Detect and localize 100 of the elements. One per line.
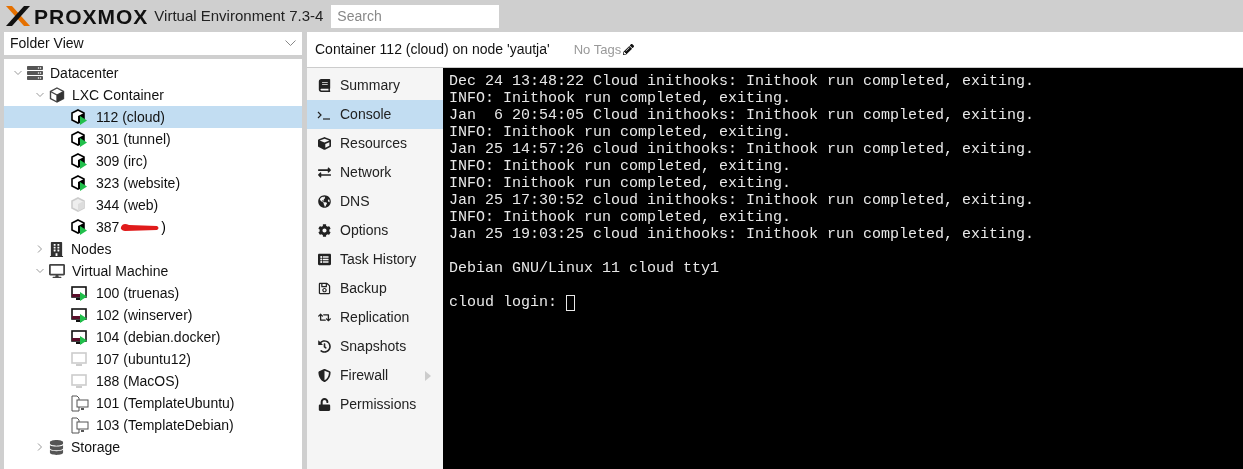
console-line: cloud login: xyxy=(449,294,559,311)
console-line: INFO: Inithook run completed, exiting. xyxy=(449,90,792,107)
tree-item[interactable]: 344 (web) xyxy=(4,194,302,216)
tree-item[interactable]: LXC Container xyxy=(4,84,302,106)
menu-item[interactable]: Resources xyxy=(307,129,443,158)
content-title: Container 112 (cloud) on node 'yautja' xyxy=(315,40,550,59)
book-icon xyxy=(317,79,331,92)
console-terminal[interactable] xyxy=(443,68,1243,469)
menu-item-label: Backup xyxy=(340,279,388,298)
menu-item[interactable]: Snapshots xyxy=(307,332,443,361)
console-line: Jan 25 19:03:25 cloud inithooks: Inithook run completed, exiting. xyxy=(449,226,1035,243)
menu-item-label: Firewall xyxy=(340,366,390,385)
console-line: INFO: Inithook run completed, exiting. xyxy=(449,158,792,175)
menu-item-label: Snapshots xyxy=(340,337,408,356)
console-line: Jan 25 17:30:52 cloud inithooks: Inithook run completed, exiting. xyxy=(449,192,1035,209)
collapse-icon[interactable] xyxy=(36,91,44,99)
tree-item[interactable]: 107 (ubuntu12) xyxy=(4,348,302,370)
menu-item[interactable]: Replication xyxy=(307,303,443,332)
tags-label: No Tags xyxy=(573,40,622,59)
menu-item[interactable]: Network xyxy=(307,158,443,187)
tree-item-label: ) xyxy=(161,217,167,237)
expand-icon[interactable] xyxy=(36,443,44,451)
tree-item-label: 101 (TemplateUbuntu) xyxy=(96,393,235,413)
menu-item-label: Summary xyxy=(340,76,401,95)
tree-item-label: 344 (web) xyxy=(96,195,159,215)
tree-item-label: 309 (irc) xyxy=(96,151,148,171)
search-field[interactable]: Search xyxy=(331,4,500,28)
view-selector[interactable]: Folder View xyxy=(4,32,302,55)
cube-icon xyxy=(317,137,331,150)
database-icon xyxy=(49,439,64,455)
tree-item[interactable]: Storage xyxy=(4,436,302,458)
console-line: Debian GNU/Linux 11 cloud tty1 xyxy=(449,260,720,277)
menu-item[interactable]: Summary xyxy=(307,71,443,100)
menu-item-label: Resources xyxy=(340,134,408,153)
tree-item-label: Datacenter xyxy=(50,63,119,83)
tree-item[interactable]: 323 (website) xyxy=(4,172,302,194)
tree-item[interactable]: 100 (truenas) xyxy=(4,282,302,304)
edit-icon[interactable] xyxy=(623,44,635,55)
cube-icon xyxy=(49,87,65,103)
menu-item[interactable]: Backup xyxy=(307,274,443,303)
menu-item[interactable]: Firewall xyxy=(307,361,443,390)
menu-item-label: Replication xyxy=(340,308,411,327)
tree-item[interactable]: 112 (cloud) xyxy=(4,106,302,128)
tree-item[interactable]: Datacenter xyxy=(4,62,302,84)
tree-item[interactable]: 188 (MacOS) xyxy=(4,370,302,392)
template-icon xyxy=(71,394,89,412)
logo-x-icon xyxy=(5,5,31,27)
tree-item-label: Virtual Machine xyxy=(72,261,169,281)
menu-item-label: Network xyxy=(340,163,393,182)
shield-icon xyxy=(317,369,331,382)
collapse-icon[interactable] xyxy=(14,69,22,77)
console-line: Jan 6 20:54:05 Cloud inithooks: Inithook run completed, exiting. xyxy=(449,107,1035,124)
tree-item[interactable]: 387 ) xyxy=(4,216,302,238)
menu-item[interactable]: Permissions xyxy=(307,390,443,419)
collapse-icon[interactable] xyxy=(36,267,44,275)
expand-icon[interactable] xyxy=(36,245,44,253)
logo-wordmark: PROXMOX xyxy=(34,5,149,27)
menu-item-label: DNS xyxy=(340,192,371,211)
console-line: INFO: Inithook run completed, exiting. xyxy=(449,175,792,192)
tree-item-label: 103 (TemplateDebian) xyxy=(96,415,234,435)
tree-item-label: Storage xyxy=(71,437,121,457)
tree-item-label: LXC Container xyxy=(72,85,164,105)
console-line: Dec 24 13:48:22 Cloud inithooks: Inithook run completed, exiting. xyxy=(449,73,1035,90)
tree-item[interactable]: Nodes xyxy=(4,238,302,260)
tree-item-label: 323 (website) xyxy=(96,173,181,193)
building-icon xyxy=(49,241,64,257)
menu-item-label: Options xyxy=(340,221,390,240)
tree-item[interactable]: 104 (debian.docker) xyxy=(4,326,302,348)
tree-item-label: 104 (debian.docker) xyxy=(96,327,221,347)
monitor-icon xyxy=(49,263,65,279)
menu-item[interactable]: Console xyxy=(307,100,443,129)
tree-item-label: 107 (ubuntu12) xyxy=(96,349,191,369)
menu-item[interactable]: Task History xyxy=(307,245,443,274)
terminal-icon xyxy=(317,109,331,120)
dropdown-caret-icon xyxy=(285,40,296,47)
retweet-icon xyxy=(317,311,331,324)
menu-item-label: Console xyxy=(340,105,393,124)
tree-item[interactable]: 301 (tunnel) xyxy=(4,128,302,150)
tree-item[interactable]: 309 (irc) xyxy=(4,150,302,172)
menu-item[interactable]: DNS xyxy=(307,187,443,216)
console-line: INFO: Inithook run completed, exiting. xyxy=(449,124,792,141)
tree-item[interactable]: 102 (winserver) xyxy=(4,304,302,326)
tree-item[interactable]: 101 (TemplateUbuntu) xyxy=(4,392,302,414)
tree-item-label: 188 (MacOS) xyxy=(96,371,180,391)
unlock-icon xyxy=(317,398,331,411)
tree-item[interactable]: 103 (TemplateDebian) xyxy=(4,414,302,436)
tree-item-label: 102 (winserver) xyxy=(96,305,193,325)
menu-item-label: Permissions xyxy=(340,395,418,414)
tree-item-label: 387 xyxy=(96,217,120,237)
menu-item[interactable]: Options xyxy=(307,216,443,245)
console-line: Jan 25 14:57:26 cloud inithooks: Inithook run completed, exiting. xyxy=(449,141,1035,158)
tree-item-label: 301 (tunnel) xyxy=(96,129,171,149)
globe-icon xyxy=(317,195,331,208)
template-icon xyxy=(71,416,89,434)
tree-item-label: 100 (truenas) xyxy=(96,283,180,303)
tree-item-label: Nodes xyxy=(71,239,112,259)
tree-item[interactable]: Virtual Machine xyxy=(4,260,302,282)
server-icon xyxy=(27,65,43,81)
arrows-icon xyxy=(317,166,331,179)
list-icon xyxy=(317,253,331,266)
